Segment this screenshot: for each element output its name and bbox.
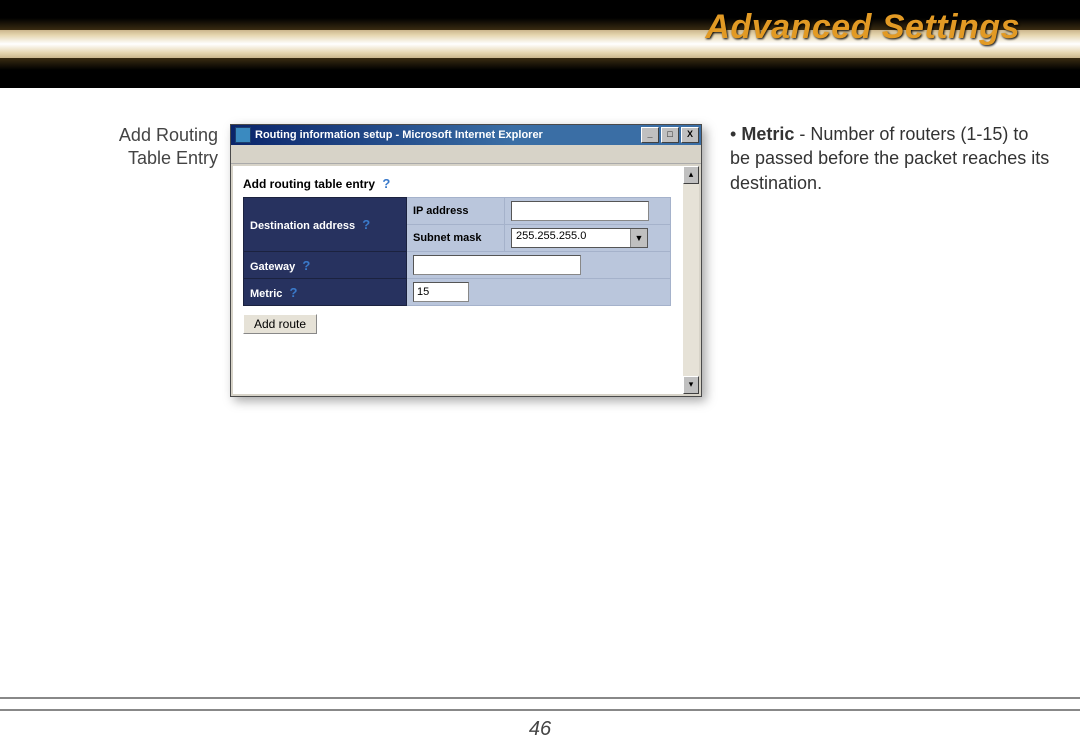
caption-line-1: Add Routing [119, 125, 218, 145]
gateway-cell [407, 252, 671, 279]
gateway-input[interactable] [413, 255, 581, 275]
bullet-glyph: • [730, 124, 736, 144]
subnet-mask-label: Subnet mask [407, 225, 505, 252]
ip-address-label: IP address [407, 198, 505, 225]
window-content: ▴ ▾ Add routing table entry ? Destinatio… [231, 164, 701, 396]
desc-sep: - [794, 124, 810, 144]
ip-address-input[interactable] [511, 201, 649, 221]
subnet-mask-select[interactable]: 255.255.255.0 ▼ [511, 228, 648, 248]
maximize-button[interactable]: □ [661, 127, 679, 143]
help-icon[interactable]: ? [362, 217, 370, 232]
window-toolbar [231, 145, 701, 164]
page-number: 46 [0, 718, 1080, 741]
scroll-up-icon[interactable]: ▴ [683, 166, 699, 184]
help-icon[interactable]: ? [302, 258, 310, 273]
gateway-label-cell: Gateway ? [244, 252, 407, 279]
dest-addr-label: Destination address [250, 220, 355, 232]
caption-line-2: Table Entry [128, 148, 218, 168]
desc-term: Metric [741, 124, 794, 144]
metric-row: Metric ? [244, 279, 671, 306]
chevron-down-icon: ▼ [630, 229, 647, 247]
window-buttons: _ □ X [641, 127, 699, 143]
metric-label: Metric [250, 288, 282, 300]
dest-addr-label-cell: Destination address ? [244, 198, 407, 252]
ie-window: Routing information setup - Microsoft In… [230, 124, 702, 397]
subnet-mask-value: 255.255.255.0 [512, 229, 630, 247]
add-route-button[interactable]: Add route [243, 314, 317, 334]
gateway-row: Gateway ? [244, 252, 671, 279]
dest-ip-row: Destination address ? IP address [244, 198, 671, 225]
close-button[interactable]: X [681, 127, 699, 143]
section-title: Add routing table entry ? [243, 176, 671, 191]
footer-rule [0, 697, 1080, 711]
minimize-button[interactable]: _ [641, 127, 659, 143]
section-title-text: Add routing table entry [243, 177, 375, 191]
help-icon[interactable]: ? [382, 176, 390, 191]
metric-cell [407, 279, 671, 306]
routing-form-table: Destination address ? IP address Subnet … [243, 197, 671, 306]
ip-address-cell [505, 198, 671, 225]
window-titlebar[interactable]: Routing information setup - Microsoft In… [231, 125, 701, 145]
scrollbar[interactable]: ▴ ▾ [683, 166, 699, 394]
help-icon[interactable]: ? [289, 285, 297, 300]
page-header-band: Advanced Settings [0, 0, 1080, 88]
page-title: Advanced Settings [705, 8, 1020, 47]
figure-caption: Add Routing Table Entry [88, 124, 218, 171]
window-title: Routing information setup - Microsoft In… [255, 129, 641, 141]
header-dark-bottom [0, 58, 1080, 88]
subnet-mask-cell: 255.255.255.0 ▼ [505, 225, 671, 252]
metric-input[interactable] [413, 282, 469, 302]
metric-label-cell: Metric ? [244, 279, 407, 306]
metric-description: • Metric - Number of routers (1-15) to b… [730, 122, 1050, 195]
ie-icon [235, 127, 251, 143]
scroll-down-icon[interactable]: ▾ [683, 376, 699, 394]
gateway-label: Gateway [250, 261, 295, 273]
